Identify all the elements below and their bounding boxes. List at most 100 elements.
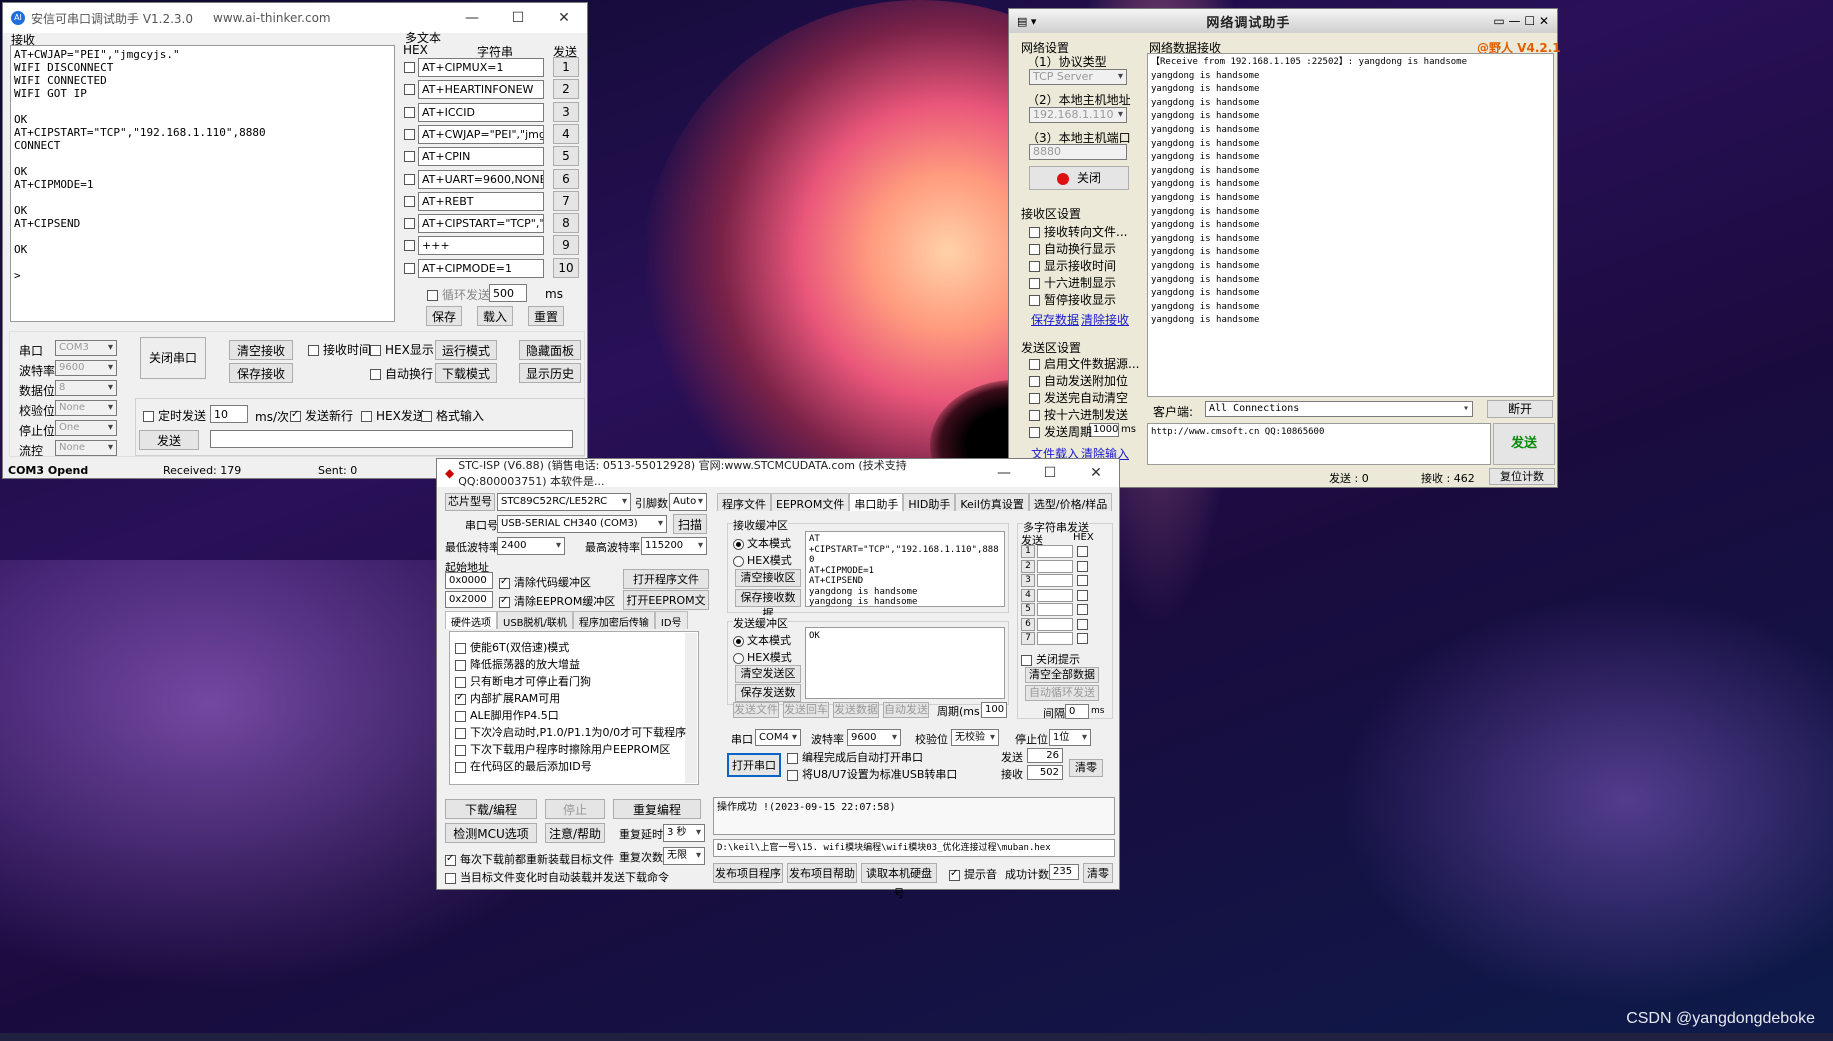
clear-rx-button[interactable]: 清空接收区 <box>735 569 801 587</box>
multi-hex-checkbox[interactable] <box>404 173 415 185</box>
repeat-delay-select[interactable]: 3 秒 <box>663 824 705 842</box>
port2-select[interactable]: COM4 <box>755 729 801 746</box>
multi-string-send-button[interactable]: 4 <box>1021 588 1035 602</box>
rx-hex-mode-radio[interactable]: HEX模式 <box>733 552 792 568</box>
right-tab[interactable]: EEPROM文件 <box>771 493 850 511</box>
multi-send-button[interactable]: 9 <box>553 235 579 256</box>
auto-wrap-checkbox[interactable]: 自动换行 <box>370 365 433 382</box>
port-setting-select[interactable]: None <box>55 440 117 456</box>
usb-serial-checkbox[interactable]: 将U8/U7设置为标准USB转串口 <box>787 766 957 782</box>
multi-text-input[interactable]: AT+HEARTINFONEW <box>418 80 544 100</box>
multi-string-input[interactable] <box>1037 574 1073 587</box>
multi-send-button[interactable]: 4 <box>553 123 579 144</box>
send-option-checkbox[interactable]: 启用文件数据源... <box>1029 355 1139 372</box>
send-data-button[interactable]: 发送数据 <box>833 702 879 718</box>
left-tab[interactable]: USB脱机/联机 <box>497 611 573 629</box>
timed-interval-input[interactable]: 10 <box>210 405 248 423</box>
right-tab[interactable]: 选型/价格/样品 <box>1028 493 1113 511</box>
recv-option-checkbox[interactable]: 接收转向文件... <box>1029 223 1127 240</box>
close-tip-checkbox[interactable]: 关闭提示 <box>1021 651 1080 667</box>
clear-tx-button[interactable]: 清空发送区 <box>735 665 801 683</box>
hw-option-checkbox[interactable]: 内部扩展RAM可用 <box>455 690 560 706</box>
hw-scrollbar[interactable] <box>685 633 697 783</box>
multi-text-input[interactable]: AT+CIPSTART="TCP","192 <box>418 214 544 234</box>
help-button[interactable]: 注意/帮助 <box>545 823 605 843</box>
multi-hex-checkbox[interactable] <box>404 151 415 163</box>
stc-isp-window[interactable]: ◆ STC-ISP (V6.88) (销售电话: 0513-55012928) … <box>436 458 1120 900</box>
disconnect-button[interactable]: 断开 <box>1487 400 1553 418</box>
close-port-button[interactable]: 关闭串口 <box>140 337 206 379</box>
hw-option-checkbox[interactable]: 在代码区的最后添加ID号 <box>455 758 592 774</box>
save-recv-button[interactable]: 保存接收 <box>229 363 293 383</box>
chip-model-button[interactable]: 芯片型号 <box>445 493 495 511</box>
multi-send-button[interactable]: 8 <box>553 213 579 234</box>
clear-all-button[interactable]: 清空全部数据 <box>1025 667 1099 683</box>
format-input-checkbox[interactable]: 格式输入 <box>421 407 484 424</box>
minimize-icon[interactable]: — <box>981 465 1027 481</box>
multi-text-input[interactable]: AT+CIPMUX=1 <box>418 58 544 77</box>
multi-send-button[interactable]: 3 <box>553 101 579 122</box>
multi-send-button[interactable]: 6 <box>553 168 579 189</box>
right-tab[interactable]: Keil仿真设置 <box>955 493 1029 511</box>
auto-loop-button[interactable]: 自动循环发送 <box>1025 685 1099 701</box>
multi-text-input[interactable]: AT+CPIN <box>418 147 544 167</box>
maximize-icon[interactable]: ☐ <box>1027 465 1073 481</box>
multi-hex-checkbox[interactable] <box>404 106 415 118</box>
reprogram-button[interactable]: 重复编程 <box>613 799 701 819</box>
addr2-input[interactable]: 0x2000 <box>445 591 493 608</box>
multi-string-send-button[interactable]: 2 <box>1021 559 1035 573</box>
show-history-button[interactable]: 显示历史 <box>519 363 581 383</box>
minimize-icon[interactable]: — <box>449 10 495 26</box>
hw-option-checkbox[interactable]: 只有断电才可停止看门狗 <box>455 673 591 689</box>
period-input[interactable]: 1000 <box>1089 423 1119 437</box>
baud-select[interactable]: 9600 <box>847 729 901 746</box>
multi-string-input[interactable] <box>1037 545 1073 558</box>
recv-option-checkbox[interactable]: 暂停接收显示 <box>1029 291 1116 308</box>
recv-option-checkbox[interactable]: 显示接收时间 <box>1029 257 1116 274</box>
clear-success-button[interactable]: 清零 <box>1083 863 1113 883</box>
send-enter-button[interactable]: 发送回车 <box>783 702 829 718</box>
send-option-checkbox[interactable]: 发送完自动清空 <box>1029 389 1128 406</box>
send-option-checkbox[interactable]: 按十六进制发送 <box>1029 406 1128 423</box>
port-setting-select[interactable]: 8 <box>55 380 117 396</box>
clear-recv-link[interactable]: 清除接收 <box>1081 311 1129 328</box>
send-input[interactable] <box>210 430 573 448</box>
repeat-count-select[interactable]: 无限 <box>663 847 705 865</box>
clear-eeprom-checkbox[interactable]: 清除EEPROM缓冲区 <box>499 593 615 609</box>
download-button[interactable]: 下载/编程 <box>445 799 537 819</box>
read-disk-button[interactable]: 读取本机硬盘号 <box>861 863 937 900</box>
recv-time-checkbox[interactable]: 接收时间 <box>308 341 371 358</box>
load-multi-button[interactable]: 载入 <box>477 306 513 326</box>
multi-hex-checkbox[interactable] <box>404 195 415 207</box>
multi-text-input[interactable]: AT+CWJAP="PEI","jmgcyjs <box>418 124 544 144</box>
parity-select[interactable]: 无校验 <box>951 729 999 746</box>
save-tx-button[interactable]: 保存发送数据 <box>735 684 801 715</box>
ai-thinker-window[interactable]: AI 安信可串口调试助手 V1.2.3.0 www.ai-thinker.com… <box>2 2 588 479</box>
close-listen-button[interactable]: 关闭 <box>1029 166 1129 190</box>
open-port-button[interactable]: 打开串口 <box>727 753 781 777</box>
hw-option-checkbox[interactable]: 降低振荡器的放大增益 <box>455 656 580 672</box>
net-send-button[interactable]: 发送 <box>1493 423 1555 465</box>
min-baud-select[interactable]: 2400 <box>497 537 565 555</box>
hex-display-checkbox[interactable]: HEX显示 <box>370 341 434 358</box>
multi-send-button[interactable]: 2 <box>553 79 579 100</box>
hw-option-checkbox[interactable]: 下次下载用户程序时擦除用户EEPROM区 <box>455 741 670 757</box>
clear-recv-button[interactable]: 清空接收 <box>229 340 293 360</box>
multi-string-send-button[interactable]: 7 <box>1021 632 1035 645</box>
beep-checkbox[interactable]: 提示音 <box>949 866 997 882</box>
port-setting-select[interactable]: 9600 <box>55 360 117 376</box>
multi-text-input[interactable]: +++ <box>418 236 544 256</box>
port-setting-select[interactable]: COM3 <box>55 340 117 356</box>
tx-text-mode-radio[interactable]: 文本模式 <box>733 632 791 648</box>
hex-send-checkbox[interactable]: HEX发送 <box>361 407 425 424</box>
proto-select[interactable]: TCP Server <box>1029 69 1127 85</box>
right-tab[interactable]: HID助手 <box>903 493 956 511</box>
multi-string-input[interactable] <box>1037 559 1073 573</box>
multi-send-button[interactable]: 1 <box>553 57 579 77</box>
stop-button[interactable]: 停止 <box>545 799 605 819</box>
multi-send-button[interactable]: 7 <box>553 190 579 211</box>
clear-count-button[interactable]: 清零 <box>1069 759 1103 777</box>
interval-input[interactable]: 0 <box>1065 704 1089 719</box>
multi-text-input[interactable]: AT+CIPMODE=1 <box>418 258 544 278</box>
multi-string-input[interactable] <box>1037 588 1073 602</box>
